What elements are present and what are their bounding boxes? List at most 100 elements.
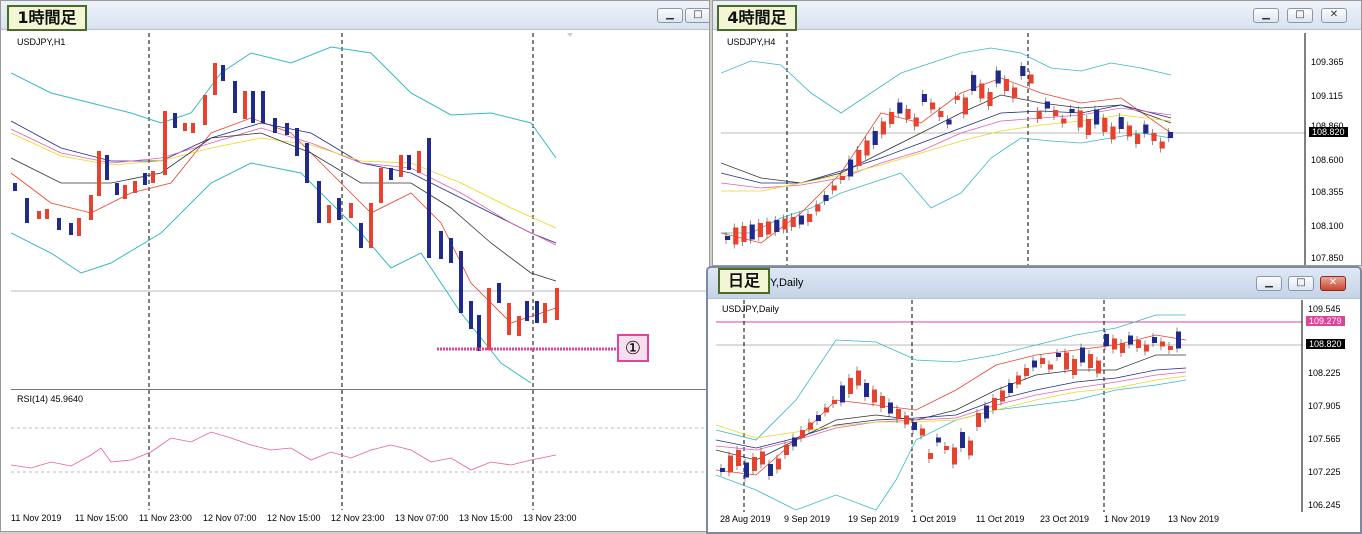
- candle: [1096, 360, 1101, 374]
- candle: [1118, 117, 1124, 129]
- time-label: 11 Nov 2019: [11, 513, 62, 523]
- daily-price-axis: 109.545 109.279 108.820 108.225 107.905 …: [1304, 300, 1360, 512]
- candle: [962, 97, 968, 115]
- candle: [872, 131, 878, 145]
- close-button[interactable]: ✕: [1321, 8, 1347, 23]
- candle: [971, 75, 977, 91]
- candle: [774, 220, 780, 232]
- candle: [749, 224, 755, 240]
- candle: [1016, 375, 1021, 385]
- close-button[interactable]: ✕: [1320, 276, 1346, 291]
- candle: [1020, 66, 1026, 76]
- h1-time-axis: 11 Nov 2019 11 Nov 15:00 11 Nov 23:00 12…: [11, 509, 709, 529]
- price-tick: 109.115: [1311, 91, 1343, 101]
- timeframe-badge: 4時間足: [717, 5, 797, 31]
- candle: [807, 214, 813, 222]
- time-label: 9 Sep 2019: [784, 514, 831, 524]
- candle: [930, 102, 936, 110]
- candle: [831, 185, 837, 191]
- candle: [784, 445, 789, 455]
- h4-price-axis: 109.365 109.115 108.860 108.600 108.355 …: [1307, 33, 1361, 265]
- minimize-button[interactable]: ▁: [657, 8, 683, 23]
- time-label: 19 Sep 2019: [848, 514, 900, 524]
- candle: [1069, 109, 1075, 113]
- timeframe-badge: 1時間足: [7, 5, 87, 31]
- candle: [744, 462, 749, 478]
- candle: [1053, 110, 1059, 116]
- candle: [920, 428, 925, 436]
- candle: [824, 407, 829, 413]
- price-tick: 107.850: [1311, 253, 1344, 263]
- price-tick: 108.100: [1311, 221, 1344, 231]
- h1-chart-window[interactable]: ▁ □ 1時間足 USDJPY,H1 ① RSI(14) 45.9640 11 …: [0, 0, 710, 532]
- candle: [968, 440, 973, 456]
- candle: [840, 385, 845, 403]
- candle: [1120, 343, 1125, 353]
- candle: [946, 119, 952, 125]
- price-tick: 108.600: [1311, 155, 1344, 165]
- rsi-indicator-panel[interactable]: RSI(14) 45.9640: [11, 389, 709, 510]
- candle: [856, 150, 862, 166]
- price-tick: 107.905: [1308, 401, 1341, 411]
- current-price-label: 108.820: [1309, 127, 1348, 137]
- candle: [1152, 337, 1157, 343]
- candle: [995, 70, 1001, 84]
- candle: [1144, 344, 1149, 352]
- candle: [1028, 74, 1034, 84]
- time-label: 1 Oct 2019: [912, 514, 957, 524]
- candle: [1064, 352, 1069, 370]
- candle: [757, 223, 763, 237]
- level-price-label: 109.279: [1306, 316, 1345, 326]
- h1-symbol-label: USDJPY,H1: [17, 37, 66, 47]
- daily-chart-window[interactable]: Y,Daily ▁ □ ✕ 日足 USDJPY,Daily 109.545 10…: [706, 266, 1362, 534]
- candle: [1056, 353, 1061, 357]
- candle: [798, 215, 804, 225]
- candle: [976, 413, 981, 427]
- candle: [808, 422, 813, 430]
- candle: [984, 405, 989, 419]
- rsi-label: RSI(14) 45.9640: [17, 394, 84, 404]
- candle: [741, 226, 747, 242]
- candle: [1136, 340, 1141, 348]
- h4-symbol-label: USDJPY,H4: [727, 37, 776, 47]
- candle: [1072, 359, 1077, 375]
- candle: [1012, 87, 1018, 99]
- minimize-button[interactable]: ▁: [1256, 276, 1282, 291]
- candle: [800, 430, 805, 438]
- maximize-button[interactable]: □: [1288, 276, 1314, 291]
- price-tick: 109.365: [1311, 57, 1344, 67]
- candle: [782, 218, 788, 230]
- minimize-button[interactable]: ▁: [1253, 8, 1279, 23]
- candle: [992, 398, 997, 410]
- timeframe-badge: 日足: [718, 268, 770, 294]
- candle: [897, 102, 903, 114]
- candle: [936, 437, 941, 443]
- candle: [848, 159, 854, 177]
- level-marker-1: ①: [617, 334, 649, 362]
- candle: [856, 370, 861, 386]
- candle: [1000, 390, 1005, 402]
- candle: [1143, 124, 1149, 134]
- time-label: 11 Nov 15:00: [75, 513, 128, 523]
- time-label: 12 Nov 23:00: [331, 513, 385, 523]
- candle: [823, 195, 829, 201]
- h1-titlebar[interactable]: [1, 1, 709, 30]
- candle: [912, 422, 917, 430]
- candle: [905, 109, 911, 119]
- candle: [960, 432, 965, 448]
- h1-price-chart[interactable]: USDJPY,H1 ①: [11, 33, 709, 387]
- candle: [1040, 358, 1045, 364]
- candle: [766, 221, 772, 235]
- maximize-button[interactable]: □: [685, 8, 709, 23]
- candle: [1167, 132, 1173, 138]
- candle: [816, 415, 821, 421]
- candle: [1003, 79, 1009, 91]
- h4-price-chart[interactable]: USDJPY,H4 109.365 109.115 108.860 108.60…: [721, 33, 1361, 265]
- maximize-button[interactable]: □: [1287, 8, 1313, 23]
- candle: [896, 409, 901, 419]
- candle: [832, 400, 837, 404]
- candle: [880, 396, 885, 408]
- daily-price-chart[interactable]: USDJPY,Daily 109.545 109.279 108.820 108…: [716, 300, 1360, 512]
- h4-chart-window[interactable]: ▁ □ ✕ 4時間足 USDJPY,H4 109.365 109.115 108…: [712, 0, 1362, 266]
- candle: [728, 455, 733, 473]
